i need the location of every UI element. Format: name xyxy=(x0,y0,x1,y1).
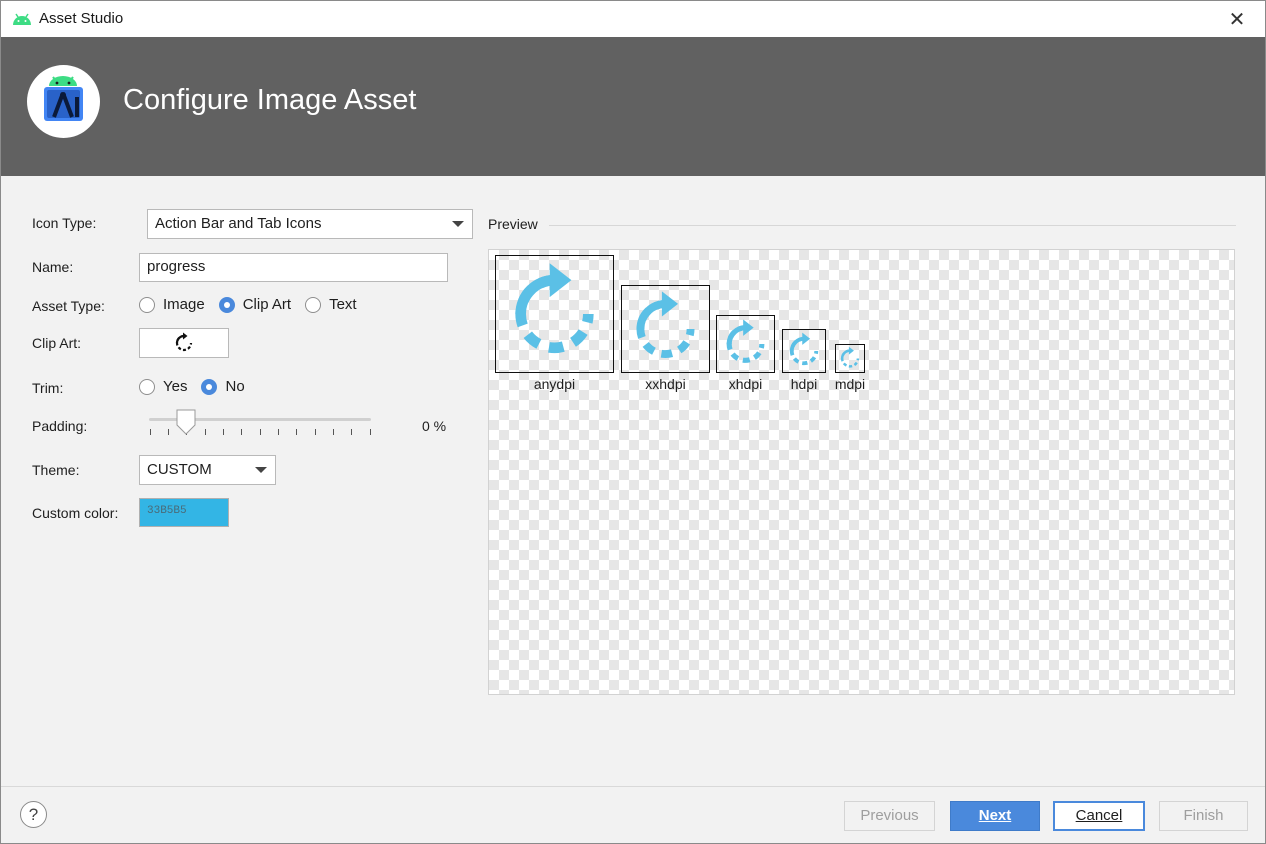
slider-thumb[interactable] xyxy=(176,409,196,435)
preview-divider xyxy=(549,225,1236,226)
trim-label: Trim: xyxy=(32,380,64,396)
density-label-xxhdpi: xxhdpi xyxy=(645,376,686,392)
footer-divider xyxy=(1,786,1265,787)
previous-button[interactable]: Previous xyxy=(844,801,935,831)
radio-unchecked-icon xyxy=(139,378,155,395)
rotate-refresh-icon xyxy=(789,332,819,366)
radio-unchecked-icon xyxy=(139,296,155,313)
asset-type-image-radio[interactable]: Image xyxy=(139,296,205,313)
density-label-xhdpi: xhdpi xyxy=(728,376,763,392)
radio-checked-icon xyxy=(201,378,218,395)
finish-button[interactable]: Finish xyxy=(1159,801,1248,831)
rotate-refresh-icon xyxy=(726,319,765,363)
icon-type-value: Action Bar and Tab Icons xyxy=(155,215,322,232)
clip-art-button[interactable] xyxy=(139,328,229,358)
rotate-refresh-icon xyxy=(515,263,594,354)
name-field[interactable]: progress xyxy=(139,253,448,282)
name-label: Name: xyxy=(32,259,74,275)
clip-art-label: Clip Art: xyxy=(32,335,82,351)
title-bar: Asset Studio ✕ xyxy=(1,1,1265,37)
density-label-anydpi: anydpi xyxy=(533,376,576,392)
asset-type-text-radio[interactable]: Text xyxy=(305,296,357,313)
custom-color-swatch[interactable]: 33B5B5 xyxy=(139,498,229,527)
chevron-down-icon xyxy=(452,221,464,227)
close-icon[interactable]: ✕ xyxy=(1225,7,1249,31)
preview-icon-xxhdpi xyxy=(621,285,710,373)
asset-type-clip-art-radio[interactable]: Clip Art xyxy=(218,296,292,313)
radio-label: Text xyxy=(329,296,357,313)
custom-color-label: Custom color: xyxy=(32,505,119,521)
radio-label: Image xyxy=(163,296,205,313)
chevron-down-icon xyxy=(255,467,267,473)
rotate-refresh-icon xyxy=(840,346,860,368)
trim-yes-radio[interactable]: Yes xyxy=(139,378,187,395)
density-label-hdpi: hdpi xyxy=(790,376,818,392)
name-value: progress xyxy=(147,258,206,275)
theme-value: CUSTOM xyxy=(147,461,212,478)
padding-label: Padding: xyxy=(32,418,88,434)
preview-icon-hdpi xyxy=(782,329,826,373)
radio-checked-icon xyxy=(218,296,235,313)
rotate-refresh-icon xyxy=(175,332,193,352)
rotate-refresh-icon xyxy=(636,291,695,358)
trim-no-radio[interactable]: No xyxy=(201,378,245,395)
help-button[interactable]: ? xyxy=(20,801,47,828)
preview-icon-anydpi xyxy=(495,255,614,373)
android-icon xyxy=(13,13,31,25)
radio-label: Yes xyxy=(163,378,188,395)
density-label-mdpi: mdpi xyxy=(834,376,866,392)
preview-title: Preview xyxy=(488,216,538,232)
android-studio-logo xyxy=(27,65,100,138)
custom-color-value: 33B5B5 xyxy=(147,505,187,517)
wizard-header: Configure Image Asset xyxy=(1,37,1265,176)
asset-type-label: Asset Type: xyxy=(32,298,105,314)
icon-type-dropdown[interactable]: Action Bar and Tab Icons xyxy=(147,209,473,239)
radio-label: No xyxy=(225,378,245,395)
window-title: Asset Studio xyxy=(39,10,124,27)
preview-icon-xhdpi xyxy=(716,315,775,373)
theme-dropdown[interactable]: CUSTOM xyxy=(139,455,276,485)
padding-value: 0 % xyxy=(422,418,447,434)
radio-unchecked-icon xyxy=(305,296,322,313)
page-title: Configure Image Asset xyxy=(123,84,417,116)
cancel-button[interactable]: Cancel xyxy=(1053,801,1145,831)
icon-type-label: Icon Type: xyxy=(32,215,97,231)
preview-icon-mdpi xyxy=(835,344,865,373)
radio-label: Clip Art xyxy=(242,296,292,313)
theme-label: Theme: xyxy=(32,462,80,478)
cancel-button-label: Cancel xyxy=(1075,807,1123,824)
next-button[interactable]: Next xyxy=(950,801,1040,831)
padding-slider[interactable] xyxy=(149,407,373,439)
asset-studio-window: Asset Studio ✕ Configure Image Asset Ico… xyxy=(0,0,1266,844)
asset-type-radio-group: Image Clip Art Text xyxy=(139,296,371,313)
trim-radio-group: Yes No xyxy=(139,378,259,395)
next-button-label: Next xyxy=(978,807,1012,824)
